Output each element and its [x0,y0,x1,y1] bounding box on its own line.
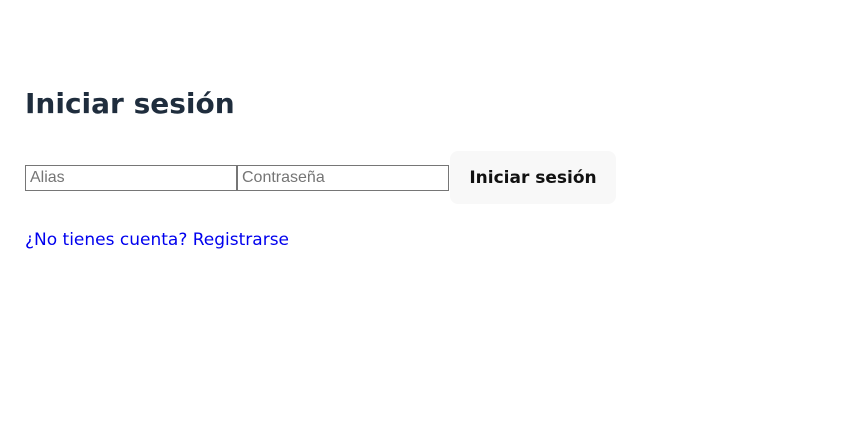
password-input[interactable] [237,164,449,191]
alias-input[interactable] [25,164,237,191]
register-link[interactable]: ¿No tienes cuenta? Registrarse [25,228,289,252]
login-page: Iniciar sesión Iniciar sesión ¿No tienes… [25,0,845,431]
page-title: Iniciar sesión [25,87,235,120]
login-form: Iniciar sesión [25,151,616,204]
login-button[interactable]: Iniciar sesión [450,151,616,204]
